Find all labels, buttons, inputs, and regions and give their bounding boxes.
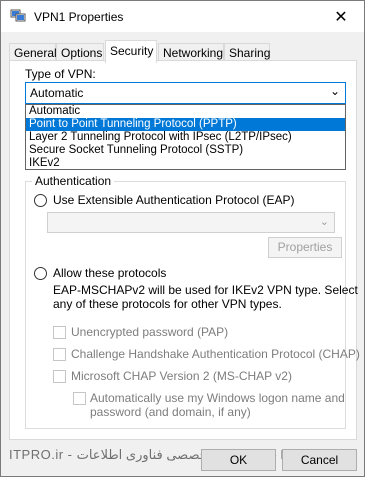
tab-security[interactable]: Security [105, 40, 157, 63]
vpn-option-ikev2[interactable]: IKEv2 [26, 157, 345, 170]
close-icon: ✕ [334, 8, 348, 26]
protocols-note-line1: EAP-MSCHAPv2 will be used for IKEv2 VPN … [53, 283, 358, 297]
allow-protocols-label: Allow these protocols [53, 266, 167, 280]
chevron-down-icon: ⌄ [329, 84, 340, 98]
window-title: VPN1 Properties [34, 10, 124, 24]
security-panel: Type of VPN: Automatic ⌄ Automatic Point… [9, 60, 360, 440]
properties-button[interactable]: Properties [268, 237, 342, 258]
chap-checkbox[interactable] [53, 348, 66, 361]
authentication-title: Authentication [32, 174, 115, 188]
eap-radio[interactable] [34, 194, 47, 207]
ok-button[interactable]: OK [201, 449, 276, 471]
mschap-checkbox[interactable] [53, 370, 66, 383]
autologon-label-line1: Automatically use my Windows logon name … [90, 391, 345, 405]
vpn-properties-window: VPN1 Properties ✕ General Options Securi… [0, 0, 365, 477]
vpn-type-select[interactable]: Automatic ⌄ [25, 82, 346, 104]
pap-checkbox[interactable] [53, 326, 66, 339]
eap-method-select[interactable]: ⌄ [47, 212, 335, 233]
vpn-option-pptp[interactable]: Point to Point Tunneling Protocol (PPTP) [26, 118, 345, 131]
autologon-checkbox[interactable] [73, 392, 86, 405]
protocols-note-line2: any of these protocols for other VPN typ… [53, 297, 282, 311]
title-bar: VPN1 Properties ✕ [1, 1, 364, 32]
close-button[interactable]: ✕ [318, 1, 364, 32]
authentication-group: Authentication Use Extensible Authentica… [25, 174, 360, 429]
vpn-type-dropdown-list: Automatic Point to Point Tunneling Proto… [25, 104, 346, 170]
chevron-down-icon: ⌄ [319, 216, 329, 228]
network-connection-icon [10, 9, 26, 22]
allow-protocols-radio[interactable] [34, 267, 47, 280]
vpn-type-label: Type of VPN: [25, 67, 96, 81]
vpn-type-value: Automatic [30, 86, 84, 100]
vpn-option-l2tp[interactable]: Layer 2 Tunneling Protocol with IPsec (L… [26, 131, 345, 144]
eap-label: Use Extensible Authentication Protocol (… [53, 193, 295, 207]
cancel-button[interactable]: Cancel [282, 449, 357, 471]
chap-label: Challenge Handshake Authentication Proto… [71, 347, 360, 361]
autologon-label-line2: password (and domain, if any) [90, 405, 251, 419]
pap-label: Unencrypted password (PAP) [71, 325, 229, 339]
vpn-option-sstp[interactable]: Secure Socket Tunneling Protocol (SSTP) [26, 144, 345, 157]
mschap-label: Microsoft CHAP Version 2 (MS-CHAP v2) [71, 369, 292, 383]
vpn-option-automatic[interactable]: Automatic [26, 105, 345, 118]
